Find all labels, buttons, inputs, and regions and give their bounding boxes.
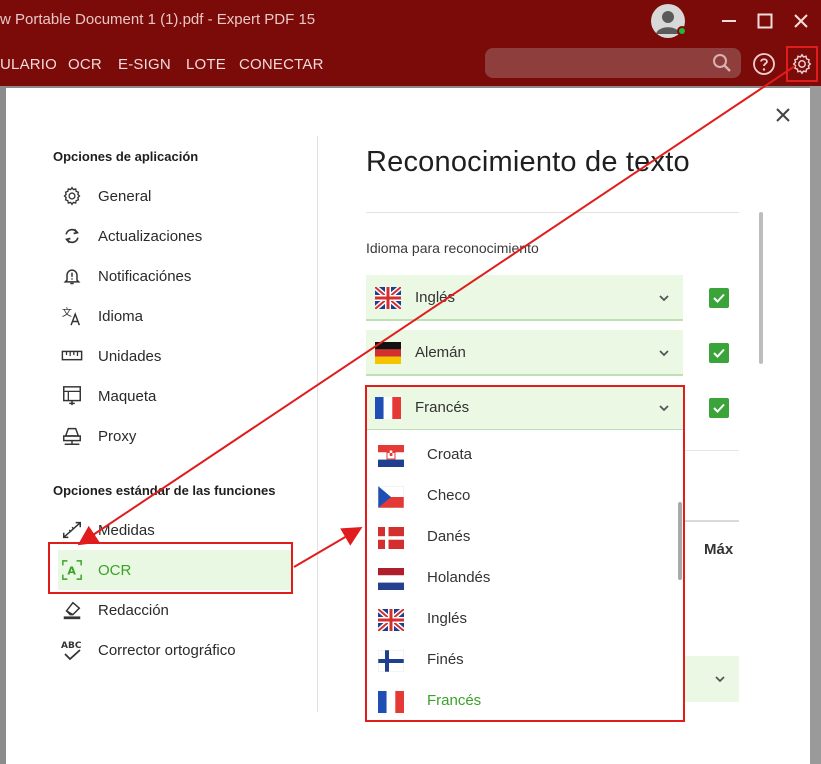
sidebar-item-updates[interactable]: Actualizaciones (58, 216, 291, 256)
proxy-icon (60, 424, 84, 448)
ruler-icon (60, 344, 84, 368)
maximize-icon (757, 13, 773, 29)
sidebar-item-label: Actualizaciones (98, 227, 203, 245)
menu-lote[interactable]: LOTE (186, 56, 226, 73)
sidebar-item-label: Unidades (98, 347, 162, 365)
spellcheck-icon: ABC (60, 638, 84, 662)
title-divider (366, 212, 739, 213)
gear-icon (60, 184, 84, 208)
language-checkbox-2[interactable] (709, 343, 729, 363)
partial-select[interactable] (684, 656, 739, 702)
online-status-dot (677, 26, 687, 36)
sidebar-item-layout[interactable]: Maqueta (58, 376, 291, 416)
sidebar-item-label: Notificaciónes (98, 267, 192, 285)
max-column-header: Máx (704, 541, 734, 558)
sidebar-item-general[interactable]: General (58, 176, 291, 216)
ocr-highlight-box (48, 542, 293, 594)
sidebar-item-proxy[interactable]: Proxy (58, 416, 291, 456)
help-icon[interactable] (752, 52, 776, 76)
section-divider (684, 520, 739, 522)
function-options-heading: Opciones estándar de las funciones (53, 483, 276, 498)
sidebar-item-units[interactable]: Unidades (58, 336, 291, 376)
eraser-icon (60, 598, 84, 622)
refresh-icon (60, 224, 84, 248)
document-scroll-area (810, 86, 821, 764)
minimize-button[interactable] (716, 8, 742, 34)
menu-conectar[interactable]: CONECTAR (239, 56, 324, 73)
chevron-down-icon (715, 676, 725, 683)
sidebar-item-spellcheck[interactable]: ABC Corrector ortográfico (58, 630, 291, 670)
close-icon (794, 14, 808, 28)
language-checkbox-3[interactable] (709, 398, 729, 418)
language-select-value: Inglés (415, 288, 456, 306)
translate-icon: 文 (60, 304, 84, 328)
page-title: Reconocimiento de texto (366, 146, 690, 178)
chevron-down-icon (659, 295, 669, 302)
sidebar-item-redaction[interactable]: Redacción (58, 590, 291, 630)
section-divider (684, 450, 739, 451)
sidebar-item-label: Medidas (98, 521, 155, 539)
language-select-value: Alemán (415, 343, 466, 361)
checkmark-icon (713, 293, 725, 303)
window-title: w Portable Document 1 (1).pdf - Expert P… (0, 11, 316, 28)
app-options-heading: Opciones de aplicación (53, 149, 199, 164)
sidebar-item-language[interactable]: 文 Idioma (58, 296, 291, 336)
bell-icon (60, 264, 84, 288)
chevron-down-icon (659, 350, 669, 357)
sidebar-item-label: Maqueta (98, 387, 157, 405)
maximize-button[interactable] (752, 8, 778, 34)
checkmark-icon (713, 403, 725, 413)
layout-icon (60, 384, 84, 408)
sidebar-item-label: Proxy (98, 427, 137, 445)
search-input[interactable] (485, 48, 741, 78)
search-icon (713, 54, 731, 72)
language-checkbox-1[interactable] (709, 288, 729, 308)
title-bar: w Portable Document 1 (1).pdf - Expert P… (0, 0, 821, 42)
menu-formulario[interactable]: ULARIO (0, 56, 57, 73)
uk-flag-icon (375, 287, 401, 309)
sidebar-item-label: Idioma (98, 307, 144, 325)
sidebar-item-label: Redacción (98, 601, 169, 619)
germany-flag-icon (375, 342, 401, 364)
menu-ocr[interactable]: OCR (68, 56, 102, 73)
settings-dialog: Opciones de aplicación General Actualiza… (6, 88, 810, 764)
measure-icon (60, 518, 84, 542)
dropdown-highlight-box (365, 385, 685, 722)
svg-text:文: 文 (62, 306, 72, 319)
menu-esign[interactable]: E-SIGN (118, 56, 171, 73)
close-dialog-button[interactable] (772, 104, 794, 126)
language-label: Idioma para reconocimiento (366, 240, 539, 256)
sidebar-item-label: Corrector ortográfico (98, 641, 236, 659)
language-select-1[interactable]: Inglés (366, 275, 683, 321)
language-select-2[interactable]: Alemán (366, 330, 683, 376)
gear-icon (792, 53, 812, 75)
sidebar-item-notifications[interactable]: Notificaciónes (58, 256, 291, 296)
close-window-button[interactable] (788, 8, 814, 34)
sidebar-divider (317, 136, 318, 712)
ribbon-menu: ULARIO OCR E-SIGN LOTE CONECTAR (0, 42, 821, 86)
checkmark-icon (713, 348, 725, 358)
panel-scrollbar[interactable] (759, 212, 763, 364)
settings-button[interactable] (786, 46, 818, 82)
sidebar-item-label: General (98, 187, 152, 205)
minimize-icon (722, 20, 736, 22)
svg-text:ABC: ABC (61, 641, 82, 651)
